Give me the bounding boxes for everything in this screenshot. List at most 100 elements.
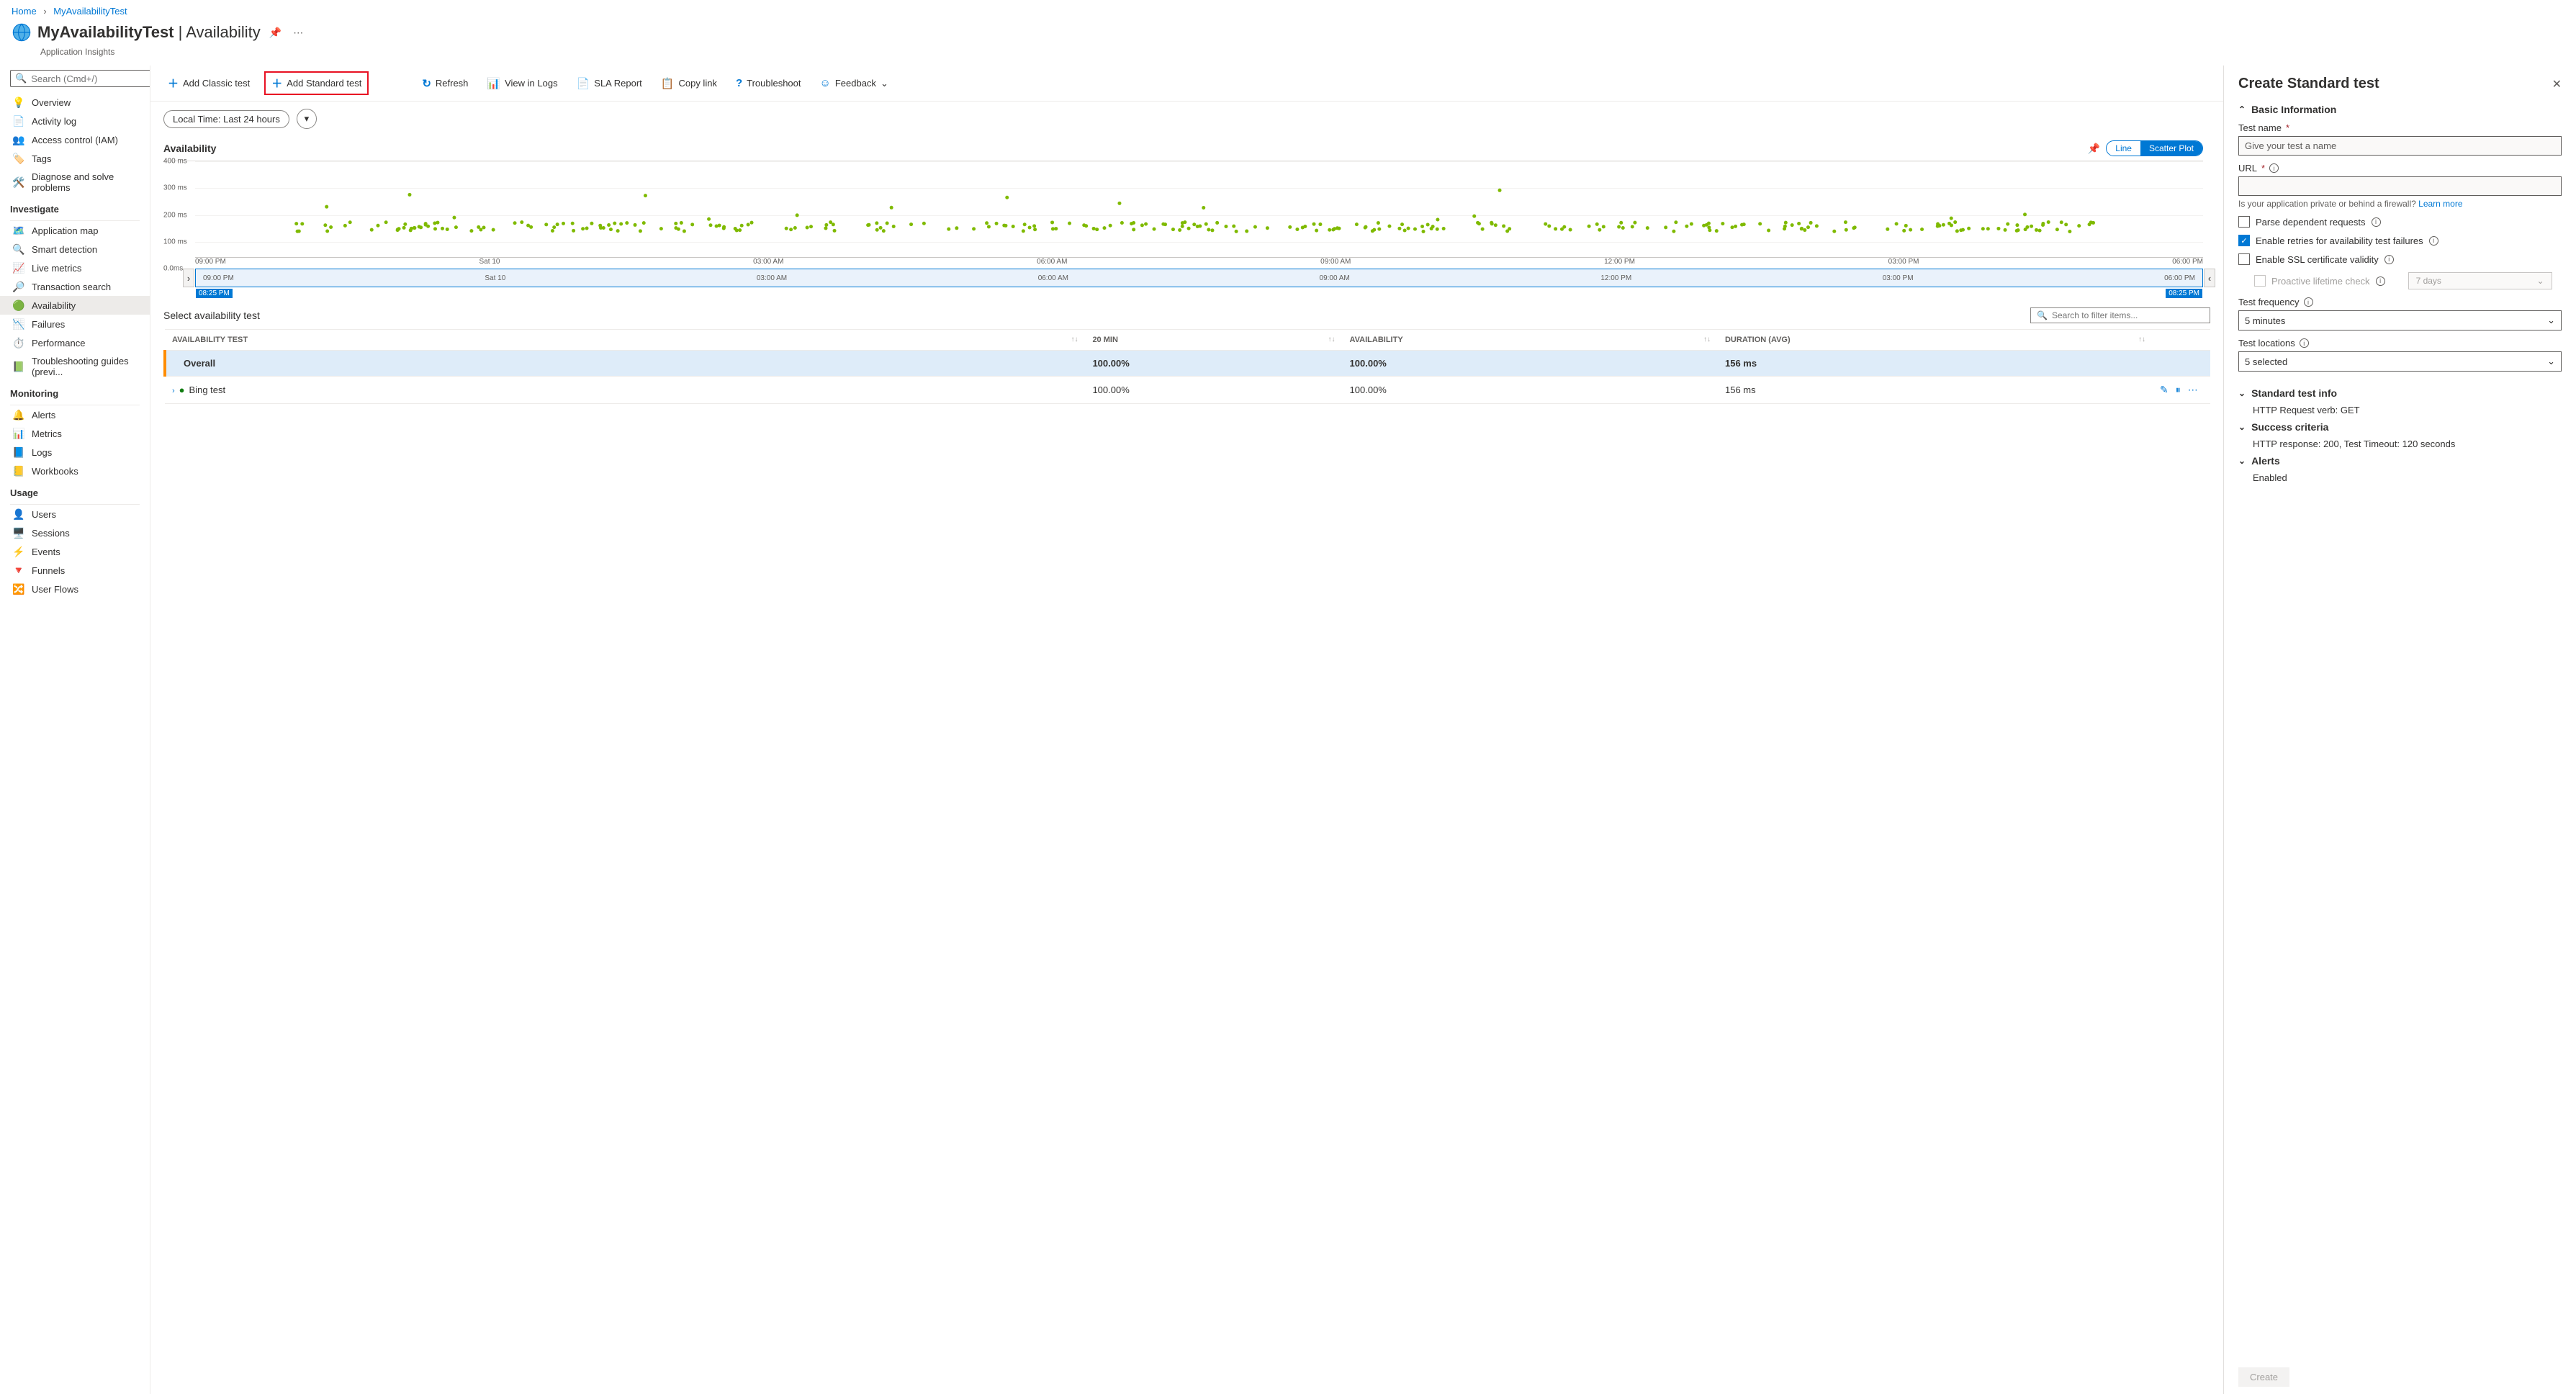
- url-input[interactable]: [2238, 176, 2562, 196]
- tests-filter-input[interactable]: [2052, 310, 2204, 320]
- sidebar-item[interactable]: 🔎Transaction search: [0, 277, 150, 296]
- sidebar-item-label: Live metrics: [32, 263, 81, 274]
- sidebar-item[interactable]: 👤Users: [0, 505, 150, 523]
- info-icon[interactable]: i: [2269, 163, 2279, 173]
- pin-chart-button[interactable]: 📌: [2088, 143, 2100, 155]
- sidebar-item[interactable]: 🖥️Sessions: [0, 523, 150, 542]
- sidebar-item[interactable]: 🔍Smart detection: [0, 240, 150, 258]
- filter-button[interactable]: ▾: [297, 109, 317, 129]
- sidebar-item[interactable]: 🔻Funnels: [0, 561, 150, 580]
- sidebar-icon: 📉: [13, 318, 24, 330]
- sidebar-item[interactable]: 🔔Alerts: [0, 405, 150, 424]
- sidebar-item[interactable]: ⚡Events: [0, 542, 150, 561]
- sidebar-item[interactable]: 📄Activity log: [0, 112, 150, 130]
- feedback-button[interactable]: ☺Feedback ⌄: [816, 74, 893, 92]
- sidebar-icon: 🔀: [13, 583, 24, 595]
- chevron-down-icon: ⌄: [2537, 276, 2544, 286]
- create-test-panel: Create Standard test ✕ ⌃Basic Informatio…: [2223, 66, 2576, 1394]
- sidebar-item[interactable]: 🗺️Application map: [0, 221, 150, 240]
- sidebar-item[interactable]: 📗Troubleshooting guides (previ...: [0, 352, 150, 381]
- breadcrumb-current[interactable]: MyAvailabilityTest: [53, 6, 127, 17]
- learn-more-link[interactable]: Learn more: [2418, 199, 2462, 209]
- availability-chart[interactable]: 400 ms300 ms200 ms100 ms0.0ms 09:00 PMSa…: [163, 161, 2203, 269]
- info-icon[interactable]: i: [2300, 338, 2309, 348]
- expand-icon[interactable]: ›: [172, 387, 175, 395]
- frequency-label: Test frequencyi: [2238, 297, 2562, 307]
- section-alerts[interactable]: ⌄Alerts: [2238, 455, 2562, 467]
- table-row[interactable]: ›●Bing test100.00%100.00%156 ms✎⏸⋯: [165, 377, 2210, 404]
- chevron-up-icon: ⌃: [2238, 104, 2246, 114]
- sidebar-group-title: Investigate: [0, 197, 150, 217]
- edit-icon[interactable]: ✎: [2160, 384, 2169, 396]
- parse-dependent-checkbox[interactable]: Parse dependent requestsi: [2238, 216, 2562, 228]
- brush-handle-right[interactable]: ‹: [2204, 269, 2215, 287]
- plus-icon: ＋: [271, 76, 282, 91]
- alerts-summary: Enabled: [2253, 472, 2562, 483]
- sidebar-item[interactable]: 📒Workbooks: [0, 462, 150, 480]
- proactive-days-select: 7 days⌄: [2408, 272, 2552, 289]
- sidebar-icon: 🔍: [13, 243, 24, 255]
- toggle-line[interactable]: Line: [2107, 141, 2140, 156]
- locations-select[interactable]: 5 selected⌄: [2238, 351, 2562, 372]
- enable-retries-checkbox[interactable]: ✓Enable retries for availability test fa…: [2238, 235, 2562, 246]
- table-row-overall[interactable]: Overall100.00%100.00%156 ms: [165, 351, 2210, 377]
- sidebar-item[interactable]: 📘Logs: [0, 443, 150, 462]
- sidebar-item[interactable]: 📉Failures: [0, 315, 150, 333]
- create-button[interactable]: Create: [2238, 1367, 2289, 1387]
- section-basic-info[interactable]: ⌃Basic Information: [2238, 104, 2562, 115]
- sla-report-button[interactable]: 📄SLA Report: [572, 74, 647, 93]
- copy-link-button[interactable]: 📋Copy link: [657, 74, 721, 93]
- search-input[interactable]: [31, 73, 150, 84]
- more-icon[interactable]: ⋯: [2188, 384, 2198, 396]
- toggle-scatter[interactable]: Scatter Plot: [2140, 141, 2202, 156]
- sidebar-search[interactable]: 🔍: [10, 70, 150, 87]
- sidebar-icon: 🔻: [13, 565, 24, 576]
- frequency-select[interactable]: 5 minutes⌄: [2238, 310, 2562, 330]
- sidebar-item[interactable]: 🟢Availability: [0, 296, 150, 315]
- pause-icon[interactable]: ⏸: [2176, 384, 2181, 396]
- section-success-criteria[interactable]: ⌄Success criteria: [2238, 421, 2562, 433]
- search-icon: 🔍: [2037, 310, 2048, 320]
- column-header[interactable]: AVAILABILITY↑↓: [1343, 330, 1718, 351]
- more-button[interactable]: ⋯: [290, 24, 306, 42]
- time-range-selector[interactable]: Local Time: Last 24 hours: [163, 110, 289, 128]
- view-in-logs-button[interactable]: 📊View in Logs: [482, 74, 562, 93]
- tests-section-title: Select availability test: [163, 310, 260, 321]
- refresh-button[interactable]: ↻Refresh: [418, 74, 472, 93]
- sidebar-item[interactable]: 📈Live metrics: [0, 258, 150, 277]
- locations-label: Test locationsi: [2238, 338, 2562, 348]
- breadcrumb-home[interactable]: Home: [12, 6, 37, 17]
- add-classic-test-button[interactable]: ＋Add Classic test: [163, 73, 254, 94]
- sidebar-item[interactable]: 🏷️Tags: [0, 149, 150, 168]
- column-header[interactable]: DURATION (AVG)↑↓: [1718, 330, 2153, 351]
- info-icon[interactable]: i: [2384, 255, 2394, 264]
- sidebar-item[interactable]: ⏱️Performance: [0, 333, 150, 352]
- chart-type-toggle[interactable]: Line Scatter Plot: [2106, 140, 2203, 156]
- time-brush[interactable]: › 09:00 PMSat 1003:00 AM06:00 AM09:00 AM…: [195, 269, 2203, 287]
- sidebar-item[interactable]: 🛠️Diagnose and solve problems: [0, 168, 150, 197]
- main-content: ＋Add Classic test ＋Add Standard test ↻Re…: [150, 66, 2223, 1394]
- brush-start-label: 08:25 PM: [196, 289, 233, 298]
- add-standard-test-button[interactable]: ＋Add Standard test: [264, 71, 369, 95]
- report-icon: 📄: [577, 77, 590, 90]
- troubleshoot-button[interactable]: ?Troubleshoot: [731, 74, 806, 92]
- info-icon[interactable]: i: [2304, 297, 2313, 307]
- enable-ssl-checkbox[interactable]: Enable SSL certificate validityi: [2238, 253, 2562, 265]
- column-header[interactable]: AVAILABILITY TEST↑↓: [165, 330, 1085, 351]
- test-name-input[interactable]: [2238, 136, 2562, 156]
- sidebar-item[interactable]: 🔀User Flows: [0, 580, 150, 598]
- info-icon[interactable]: i: [2429, 236, 2438, 246]
- section-standard-test-info[interactable]: ⌄Standard test info: [2238, 387, 2562, 399]
- sidebar-item[interactable]: 💡Overview: [0, 93, 150, 112]
- brush-handle-left[interactable]: ›: [183, 269, 194, 287]
- close-panel-button[interactable]: ✕: [2552, 77, 2562, 91]
- smile-icon: ☺: [820, 77, 831, 89]
- column-header[interactable]: 20 MIN↑↓: [1085, 330, 1342, 351]
- standard-test-info-summary: HTTP Request verb: GET: [2253, 405, 2562, 415]
- tests-filter[interactable]: 🔍: [2030, 307, 2210, 323]
- info-icon[interactable]: i: [2372, 217, 2381, 227]
- sidebar-item[interactable]: 📊Metrics: [0, 424, 150, 443]
- pin-button[interactable]: 📌: [266, 24, 284, 42]
- sidebar-item-label: Events: [32, 547, 60, 557]
- sidebar-item[interactable]: 👥Access control (IAM): [0, 130, 150, 149]
